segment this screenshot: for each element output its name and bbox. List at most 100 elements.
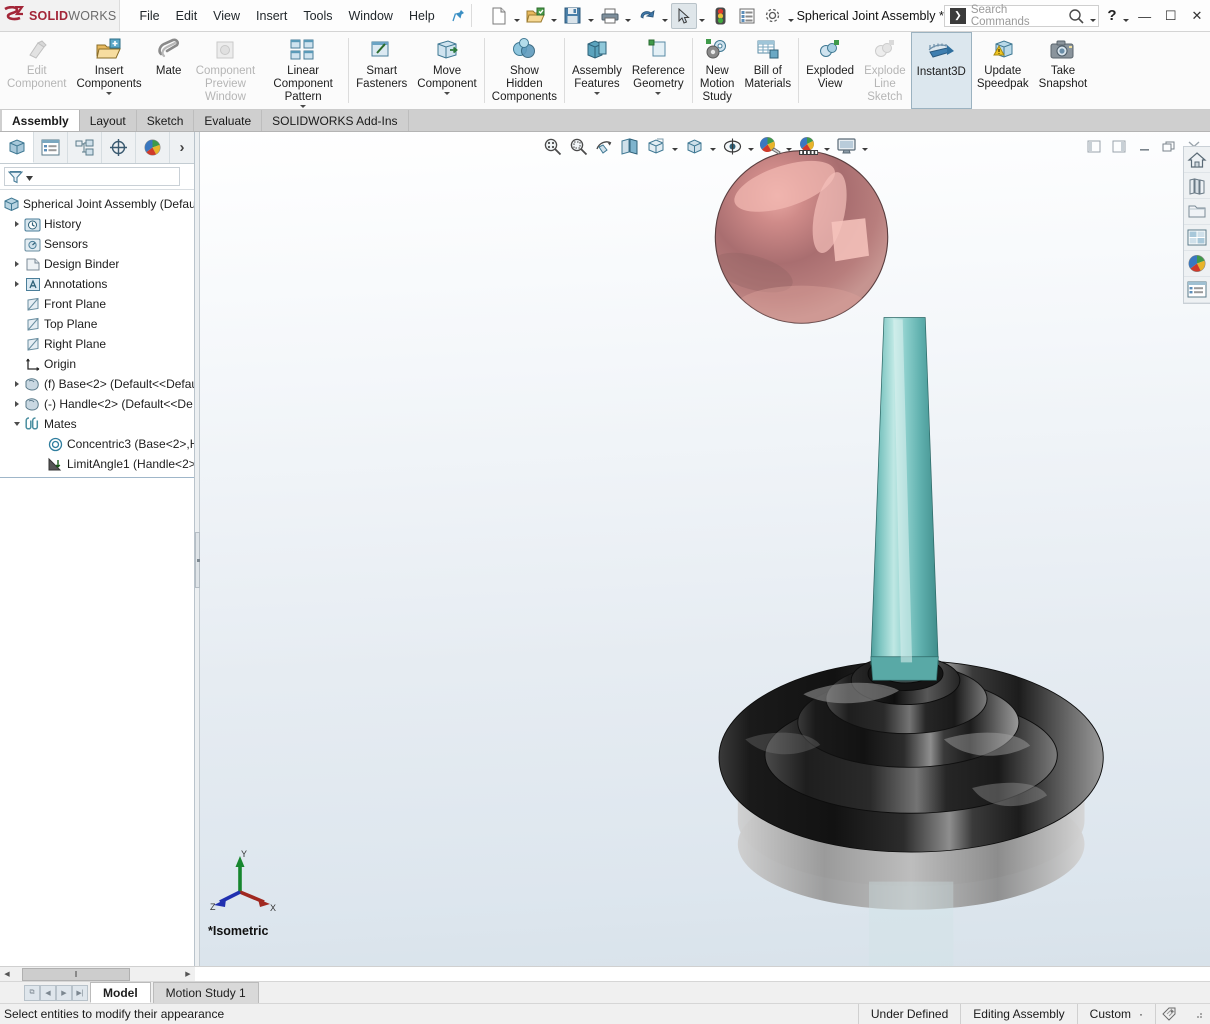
smart-fasteners-button[interactable]: Smart Fasteners: [351, 32, 412, 109]
undo-icon[interactable]: [634, 3, 660, 29]
view-orientation-icon[interactable]: [644, 134, 668, 158]
tree-item-limitangle1[interactable]: LimitAngle1 (Handle<2>: [0, 454, 194, 474]
expand-arrow-history[interactable]: [10, 221, 23, 227]
filter-input[interactable]: [4, 167, 180, 186]
file-properties-icon[interactable]: [734, 3, 760, 29]
explode-line-sketch-button[interactable]: Explode Line Sketch: [859, 32, 911, 109]
options-gear-icon[interactable]: [760, 3, 786, 29]
nav-prev-button[interactable]: ◀: [40, 984, 56, 1001]
menu-file[interactable]: File: [132, 5, 166, 27]
apply-scene-icon[interactable]: [796, 134, 820, 158]
nav-first-button[interactable]: ⧉: [24, 984, 40, 1001]
help-button[interactable]: ?: [1103, 7, 1120, 24]
status-units-caret[interactable]: ·: [1139, 1007, 1143, 1021]
tab-layout[interactable]: Layout: [79, 110, 137, 131]
hscroll-thumb[interactable]: ‖: [22, 967, 130, 981]
search-magnifier-icon[interactable]: [1065, 8, 1087, 24]
edit-appearance-caret[interactable]: [784, 134, 794, 158]
view-palette-icon[interactable]: [1184, 225, 1210, 251]
new-document-caret[interactable]: [512, 3, 523, 29]
select-arrow-icon[interactable]: [670, 2, 697, 29]
tile-left-icon[interactable]: [1082, 134, 1106, 158]
exploded-view-button[interactable]: Exploded View: [801, 32, 859, 109]
tab-assembly[interactable]: Assembly: [2, 110, 80, 131]
linear-component-pattern-caret[interactable]: [300, 105, 306, 108]
display-style-icon[interactable]: [682, 134, 706, 158]
menu-tools[interactable]: Tools: [296, 5, 339, 27]
tags-icon[interactable]: [1155, 1003, 1186, 1024]
new-document-icon[interactable]: [486, 3, 512, 29]
insert-components-button[interactable]: Insert Components: [71, 32, 146, 109]
edit-appearance-icon[interactable]: [758, 134, 782, 158]
zoom-to-area-icon[interactable]: [566, 134, 590, 158]
filter-caret[interactable]: [26, 170, 33, 184]
expand-arrow-handle[interactable]: [10, 401, 23, 407]
insert-components-caret[interactable]: [106, 92, 112, 95]
custom-properties-icon[interactable]: [1184, 277, 1210, 303]
tree-item-handle[interactable]: (-) Handle<2> (Default<<De: [0, 394, 194, 414]
close-window-button[interactable]: ✕: [1184, 0, 1210, 32]
component-preview-window-button[interactable]: Component Preview Window: [191, 32, 260, 109]
options-caret[interactable]: [786, 3, 797, 29]
dimxpert-manager-tab[interactable]: [102, 132, 136, 163]
hide-show-items-icon[interactable]: [720, 134, 744, 158]
tree-item-mates[interactable]: Mates: [0, 414, 194, 434]
hscroll-right-arrow[interactable]: ▶: [181, 967, 195, 981]
section-view-icon[interactable]: [618, 134, 642, 158]
tree-item-concentric3[interactable]: Concentric3 (Base<2>,H: [0, 434, 194, 454]
edit-component-button[interactable]: Edit Component: [2, 32, 71, 109]
display-style-caret[interactable]: [708, 134, 718, 158]
update-speedpak-button[interactable]: Update Speedpak: [972, 32, 1034, 109]
save-icon[interactable]: [560, 3, 586, 29]
feature-manager-design-tree-tab[interactable]: [0, 132, 34, 163]
tree-item-top-plane[interactable]: Top Plane: [0, 314, 194, 334]
view-orientation-caret[interactable]: [670, 134, 680, 158]
select-caret[interactable]: [697, 3, 708, 29]
reference-geometry-caret[interactable]: [655, 92, 661, 95]
print-caret[interactable]: [623, 3, 634, 29]
rotate-view-icon[interactable]: [592, 134, 616, 158]
tree-item-design-binder[interactable]: Design Binder: [0, 254, 194, 274]
view-settings-caret[interactable]: [860, 134, 870, 158]
property-manager-tab[interactable]: [34, 132, 68, 163]
search-caret[interactable]: [1087, 3, 1098, 29]
tree-item-front-plane[interactable]: Front Plane: [0, 294, 194, 314]
expand-arrow-annotations[interactable]: [10, 281, 23, 287]
configuration-manager-tab[interactable]: [68, 132, 102, 163]
tree-item-base[interactable]: (f) Base<2> (Default<<Defau: [0, 374, 194, 394]
hscroll-track[interactable]: ‖: [14, 967, 181, 981]
tree-item-origin[interactable]: Origin: [0, 354, 194, 374]
nav-last-button[interactable]: ▶|: [72, 984, 88, 1001]
expand-arrow-mates[interactable]: [10, 422, 23, 426]
display-manager-tab[interactable]: [136, 132, 170, 163]
open-document-icon[interactable]: [523, 3, 549, 29]
hide-show-items-caret[interactable]: [746, 134, 756, 158]
linear-component-pattern-button[interactable]: Linear Component Pattern: [260, 32, 346, 109]
search-input[interactable]: Search Commands: [971, 4, 1065, 28]
restore-document-icon[interactable]: [1157, 134, 1181, 158]
move-component-button[interactable]: Move Component: [412, 32, 481, 109]
nav-next-button[interactable]: ▶: [56, 984, 72, 1001]
more-tabs-icon[interactable]: ›: [170, 132, 194, 163]
tree-item-annotations[interactable]: Annotations: [0, 274, 194, 294]
minimize-window-button[interactable]: —: [1132, 0, 1158, 32]
tree-item-sensors[interactable]: Sensors: [0, 234, 194, 254]
menu-edit[interactable]: Edit: [169, 5, 205, 27]
menu-window[interactable]: Window: [342, 5, 400, 27]
expand-arrow-design-binder[interactable]: [10, 261, 23, 267]
tree-item-right-plane[interactable]: Right Plane: [0, 334, 194, 354]
mate-button[interactable]: Mate: [147, 32, 191, 109]
assembly-features-caret[interactable]: [594, 92, 600, 95]
tile-right-icon[interactable]: [1107, 134, 1131, 158]
rebuild-icon[interactable]: [708, 3, 734, 29]
tree-item-assembly-root[interactable]: Spherical Joint Assembly (Defaul: [0, 194, 194, 214]
status-units[interactable]: Custom ·: [1076, 1003, 1155, 1024]
design-library-icon[interactable]: [1184, 173, 1210, 199]
resize-grip[interactable]: [1186, 1004, 1210, 1024]
tab-solidworks-add-ins[interactable]: SOLIDWORKS Add-Ins: [262, 110, 409, 131]
tree-item-history[interactable]: History: [0, 214, 194, 234]
minimize-document-icon[interactable]: [1132, 134, 1156, 158]
reference-geometry-button[interactable]: Reference Geometry: [627, 32, 690, 109]
open-document-caret[interactable]: [549, 3, 560, 29]
zoom-to-fit-icon[interactable]: [540, 134, 564, 158]
